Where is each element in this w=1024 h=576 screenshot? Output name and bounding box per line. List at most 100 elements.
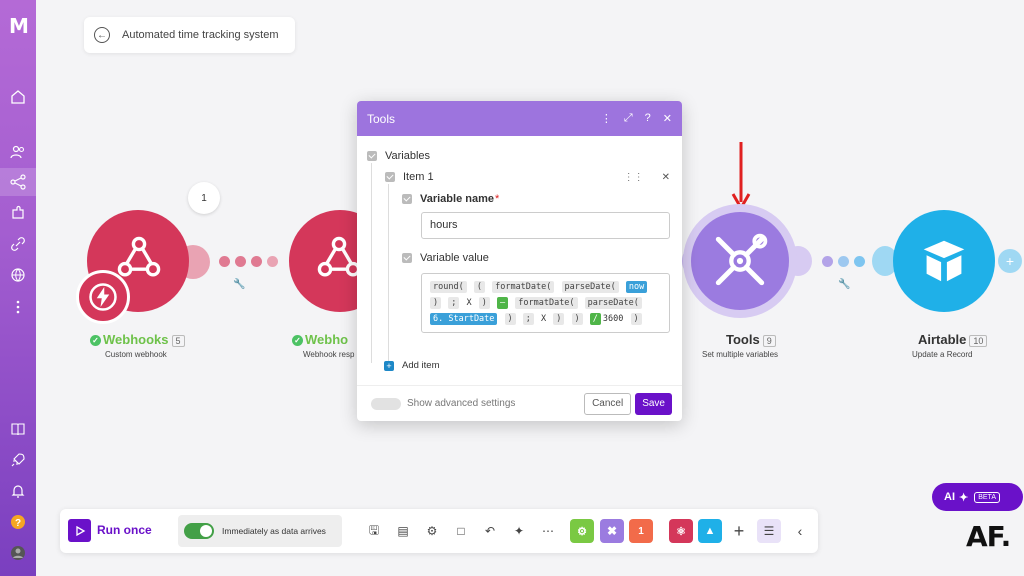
function-token[interactable]: round( [430, 281, 467, 293]
home-icon[interactable] [0, 83, 36, 111]
drag-handle-icon[interactable]: ⋮⋮ [624, 172, 644, 183]
function-token[interactable]: formatDate( [515, 297, 578, 309]
make-logo[interactable]: M [0, 14, 36, 38]
add-item-row[interactable]: + Add item [384, 360, 440, 371]
tools-title: Tools 9 [726, 332, 776, 347]
function-token[interactable]: parseDate( [584, 297, 642, 309]
save-button[interactable]: Save [635, 392, 672, 415]
advanced-settings-toggle[interactable] [371, 397, 401, 410]
notes-icon[interactable]: □ [452, 522, 470, 540]
connections-link-icon[interactable] [0, 230, 36, 258]
cancel-button[interactable]: Cancel [584, 392, 632, 415]
gear-icon[interactable]: ⚙ [423, 522, 441, 540]
variable-value-checkbox[interactable] [402, 253, 412, 263]
run-once-label[interactable]: Run once [97, 523, 152, 537]
tools-tile[interactable]: ✖ [600, 519, 624, 543]
wrench-icon[interactable]: 🔧 [838, 279, 850, 290]
bundle-count-bubble[interactable]: 1 [188, 182, 220, 214]
notifications-bell-icon[interactable] [0, 477, 36, 505]
add-item-icon[interactable]: + [384, 360, 394, 371]
paren-token[interactable]: ) [553, 313, 565, 325]
connection-dot [219, 256, 230, 267]
scheduling-toggle[interactable] [184, 523, 214, 539]
webhooks-tile[interactable]: ⚛ [669, 519, 693, 543]
apps-puzzle-icon[interactable] [0, 199, 36, 227]
docs-book-icon[interactable] [0, 415, 36, 443]
airtable-subtitle: Update a Record [912, 350, 973, 359]
variable-name-input[interactable]: hours [421, 212, 670, 239]
paren-token[interactable]: ) [630, 313, 642, 325]
collapse-chevron-icon[interactable]: ‹ [791, 522, 809, 540]
variable-name-checkbox[interactable] [402, 194, 412, 204]
scheduling-control[interactable]: Immediately as data arrives [178, 515, 342, 547]
function-token[interactable]: parseDate( [561, 281, 619, 293]
more-vertical-icon[interactable]: ⋮ [601, 112, 612, 125]
text-parser-tile[interactable]: 1 [629, 519, 653, 543]
expression-line-2: ) ; X ) – formatDate( parseDate( [429, 295, 662, 311]
number-token[interactable]: 3600 [602, 314, 624, 324]
item-1-row: Item 1 ⋮⋮ ✕ [385, 171, 670, 183]
scenario-title[interactable]: Automated time tracking system [122, 29, 279, 41]
scheduling-settings-icon[interactable]: ▤ [394, 522, 412, 540]
webhooks-title: ✓ Webhooks 5 [90, 332, 185, 347]
expand-icon[interactable]: ⤢ [624, 112, 633, 125]
sidebar: M ? [0, 0, 36, 576]
separator-token[interactable]: ; [448, 297, 460, 309]
undo-icon[interactable]: ↶ [481, 522, 499, 540]
operator-token[interactable]: / [589, 313, 601, 325]
function-token[interactable]: formatDate( [492, 281, 555, 293]
rocket-icon[interactable] [0, 446, 36, 474]
help-icon[interactable]: ? [0, 508, 36, 536]
paren-token[interactable]: ) [430, 297, 442, 309]
auto-align-wand-icon[interactable]: ✦ [510, 522, 528, 540]
variable-token[interactable]: now [625, 281, 648, 293]
tree-line [388, 184, 389, 361]
item-checkbox[interactable] [385, 172, 395, 182]
more-vertical-icon[interactable] [0, 293, 36, 321]
run-once-button[interactable] [68, 519, 91, 542]
remove-item-icon[interactable]: ✕ [662, 172, 670, 183]
add-module-button[interactable]: + [998, 249, 1022, 273]
help-icon[interactable]: ? [645, 112, 651, 125]
operator-token[interactable]: – [497, 297, 509, 309]
scenarios-icon[interactable] [0, 168, 36, 196]
team-icon[interactable] [0, 138, 36, 166]
paren-token[interactable]: ) [478, 297, 490, 309]
variables-section: Variables [367, 150, 430, 162]
svg-text:?: ? [15, 518, 21, 529]
tools-module[interactable] [691, 212, 789, 310]
paren-token[interactable]: ) [571, 313, 583, 325]
bundle-count: 1 [201, 192, 207, 204]
airtable-tile[interactable]: ▲ [698, 519, 722, 543]
back-arrow-icon[interactable]: ← [94, 27, 110, 43]
variable-value-expression[interactable]: round( ( formatDate( parseDate( now ) ; … [421, 273, 670, 333]
avatar[interactable] [0, 539, 36, 567]
add-icon[interactable]: + [730, 521, 748, 541]
red-arrow-annotation [731, 142, 751, 212]
flow-control-tile[interactable]: ⚙ [570, 519, 594, 543]
airtable-title: Airtable 10 [918, 332, 988, 347]
variables-checkbox[interactable] [367, 151, 377, 161]
save-icon[interactable]: 🖫 [365, 522, 383, 540]
ai-assistant-button[interactable]: AI ✦ BETA [932, 483, 1023, 511]
paren-token[interactable]: ( [473, 281, 485, 293]
webhooks-globe-icon[interactable] [0, 261, 36, 289]
advanced-settings-label[interactable]: Show advanced settings [407, 398, 515, 409]
bottom-toolbar: Run once Immediately as data arrives 🖫 ▤… [60, 509, 818, 553]
variable-token[interactable]: 6. StartDate [430, 313, 498, 325]
explain-flow-icon[interactable]: ☰ [757, 519, 781, 543]
instant-trigger-icon [76, 270, 130, 324]
close-icon[interactable]: ✕ [663, 112, 672, 125]
separator-token[interactable]: ; [522, 313, 534, 325]
text-token[interactable]: X [466, 298, 473, 308]
airtable-icon: ▲ [704, 525, 716, 537]
paren-token[interactable]: ) [504, 313, 516, 325]
more-horizontal-icon[interactable]: ⋯ [539, 522, 557, 540]
airtable-module[interactable] [893, 210, 995, 312]
add-item-label[interactable]: Add item [402, 360, 440, 371]
webhooks-subtitle: Custom webhook [105, 350, 167, 359]
webhook-icon: ⚛ [676, 525, 686, 538]
play-icon [75, 525, 85, 536]
text-token[interactable]: X [540, 314, 547, 324]
wrench-icon[interactable]: 🔧 [233, 279, 245, 290]
